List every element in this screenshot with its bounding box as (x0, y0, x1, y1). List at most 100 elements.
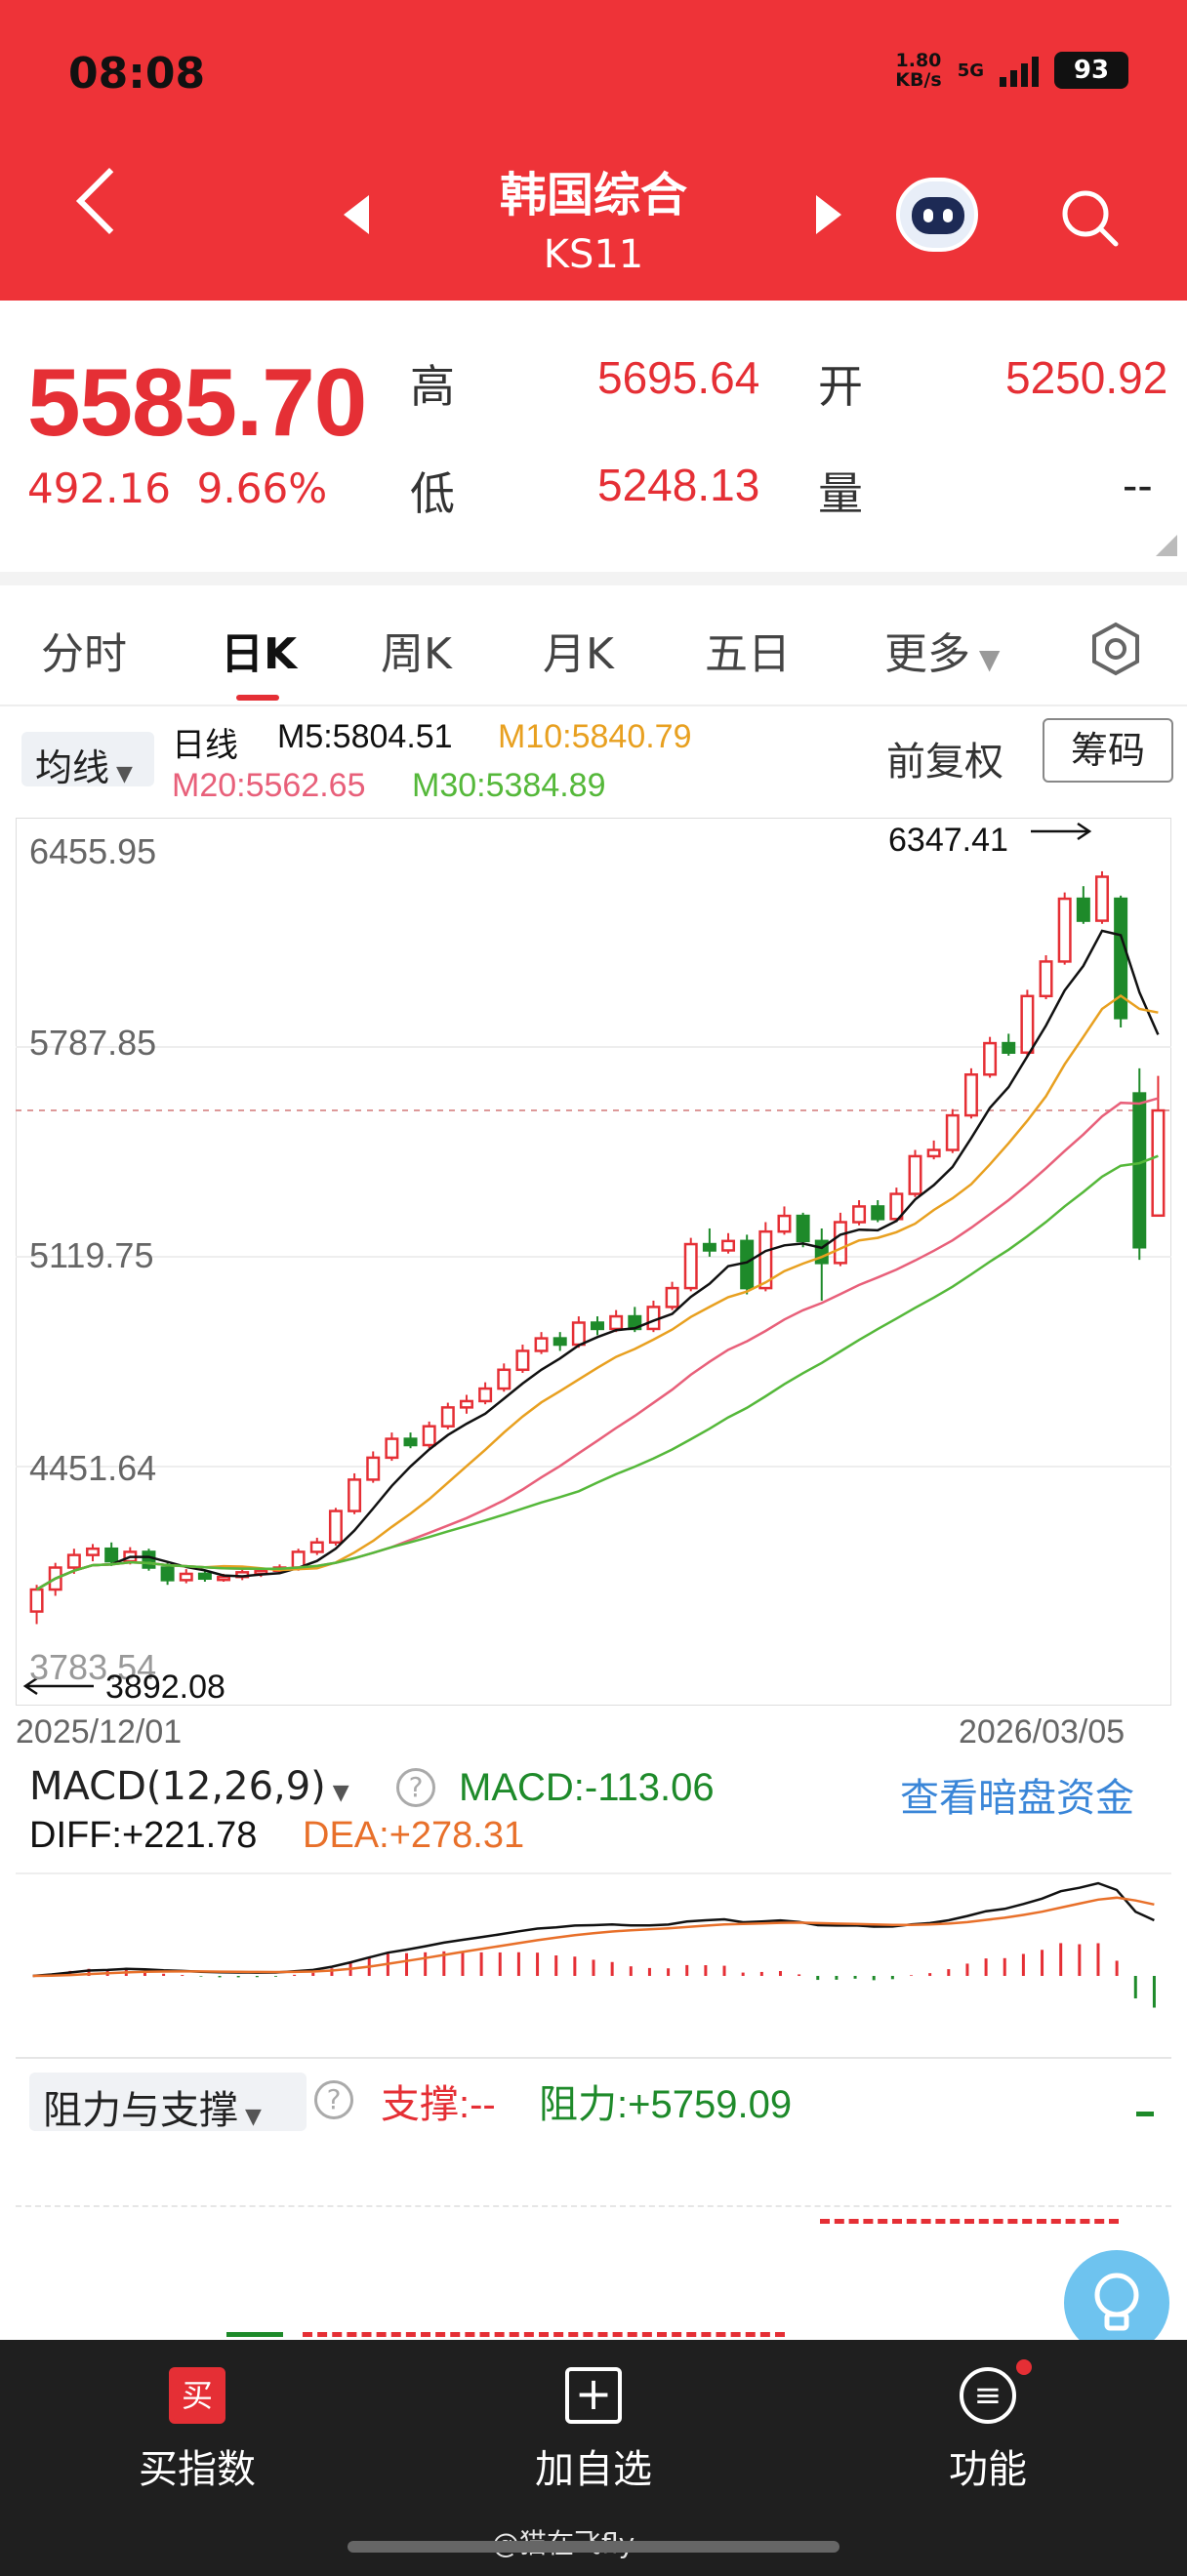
tab-more-label: 更多 (884, 629, 970, 679)
back-icon[interactable] (76, 168, 143, 234)
status-time: 08:08 (68, 49, 206, 99)
candle-body (440, 1406, 455, 1428)
tab-more[interactable]: 更多 ▼ (884, 619, 1000, 681)
kline-chart[interactable] (16, 818, 1171, 1706)
change-value: 492.16 (27, 464, 171, 512)
adjust-mode[interactable]: 前复权 (886, 730, 1003, 786)
prev-triangle-icon[interactable] (344, 195, 369, 234)
notification-dot (1016, 2359, 1032, 2375)
high-value: 5695.64 (597, 352, 760, 403)
tab-daily-k[interactable]: 日K (221, 619, 297, 681)
section-divider (16, 2057, 1171, 2059)
ma10-line (35, 993, 1159, 1591)
candle-body (142, 1550, 156, 1569)
net-type: 5G (957, 60, 984, 81)
ma20-value: M20:5562.65 (172, 767, 366, 804)
chevron-down-icon: ▼ (970, 643, 1001, 675)
home-indicator[interactable] (348, 2541, 839, 2553)
net-speed-unit: KB/s (895, 69, 942, 91)
last-price: 5585.70 (27, 348, 367, 456)
candle-body (721, 1239, 736, 1252)
status-icons: 1.80 KB/s 5G 93 (895, 51, 1128, 90)
candle-body (66, 1553, 81, 1569)
candle-body (309, 1541, 324, 1553)
macd-selector[interactable]: MACD(12,26,9) ▼ (29, 1764, 349, 1809)
candle-body (534, 1337, 549, 1352)
candle-body (1039, 960, 1053, 998)
candle-body (740, 1239, 755, 1290)
candle-body (348, 1478, 362, 1512)
support-selector[interactable]: 阻力与支撑 ▼ (29, 2073, 307, 2133)
macd-selector-label: MACD(12,26,9) (29, 1764, 326, 1809)
max-price-label: 6347.41 (888, 822, 1008, 859)
candle-body (796, 1214, 810, 1243)
chevron-down-icon: ▼ (325, 1781, 349, 1805)
buy-index-label: 买指数 (139, 2447, 256, 2492)
volume-label: 量 (818, 467, 863, 520)
next-triangle-icon[interactable] (816, 195, 841, 234)
candle-body (702, 1242, 716, 1252)
candle-body (1002, 1041, 1016, 1054)
candle-body (104, 1547, 119, 1563)
ma20-line (35, 1097, 1159, 1591)
candle-body (926, 1148, 941, 1158)
candle-body (217, 1575, 231, 1582)
tab-five-day[interactable]: 五日 (705, 619, 791, 681)
robot-assistant-icon[interactable] (896, 178, 978, 252)
ma-selector[interactable]: 均线 ▼ (21, 732, 154, 789)
candle-body (646, 1306, 661, 1331)
section-divider (0, 572, 1187, 585)
macd-value: MACD:-113.06 (459, 1766, 715, 1809)
candle-body (29, 1588, 44, 1613)
ma10-value: M10:5840.79 (498, 718, 692, 755)
buy-index-button[interactable]: 买 买指数 (80, 2367, 314, 2494)
expand-corner-icon[interactable] (1156, 535, 1177, 556)
chip-button[interactable]: 筹码 (1043, 718, 1173, 783)
settings-hex-icon[interactable] (1087, 621, 1144, 677)
ma-selector-label: 均线 (35, 746, 110, 789)
candle-body (179, 1572, 193, 1582)
signal-icon (1000, 54, 1039, 87)
support-band-green (226, 2332, 283, 2337)
dea-value: DEA:+278.31 (303, 1815, 525, 1856)
ma30-value: M30:5384.89 (412, 767, 606, 804)
x-start-label: 2025/12/01 (16, 1713, 183, 1751)
period-label: 日线 (172, 727, 238, 764)
candle-body (908, 1154, 922, 1195)
candle-body (553, 1337, 567, 1347)
candle-body (1020, 994, 1035, 1054)
help-icon[interactable]: ? (396, 1768, 435, 1807)
candle-body (871, 1205, 885, 1221)
candle-body (197, 1572, 212, 1581)
add-watchlist-button[interactable]: + 加自选 (476, 2367, 711, 2494)
tab-monthly-k[interactable]: 月K (543, 619, 614, 681)
battery-icon: 93 (1054, 52, 1128, 89)
functions-button[interactable]: ≡ 功能 (871, 2359, 1105, 2494)
y-tick-label: 4451.64 (29, 1448, 157, 1488)
candle-body (683, 1242, 698, 1290)
candle-body (833, 1221, 847, 1265)
candle-body (1151, 1108, 1166, 1218)
candle-body (385, 1437, 399, 1460)
macd-chart[interactable] (16, 1864, 1171, 2049)
active-tab-indicator (236, 695, 279, 701)
ma5-value: M5:5804.51 (277, 718, 453, 755)
resistance-marker (1136, 2112, 1154, 2116)
candle-body (497, 1368, 512, 1390)
net-speed-value: 1.80 (895, 50, 942, 71)
candle-body (328, 1509, 343, 1545)
tab-weekly-k[interactable]: 周K (381, 619, 452, 681)
candle-body (852, 1205, 867, 1224)
top-header: 08:08 1.80 KB/s 5G 93 韩国综合 KS11 (0, 0, 1187, 301)
support-selector-label: 阻力与支撑 (43, 2088, 238, 2133)
ma30-line (35, 1154, 1159, 1591)
tab-intraday[interactable]: 分时 (41, 619, 127, 681)
ma5-line (35, 929, 1160, 1591)
candle-body (945, 1113, 960, 1151)
help-icon[interactable]: ? (314, 2080, 353, 2119)
low-label: 低 (410, 467, 455, 520)
search-icon[interactable] (1059, 187, 1120, 248)
support-band-red (303, 2332, 785, 2337)
index-title: 韩国综合 (499, 168, 687, 222)
dark-pool-link[interactable]: 查看暗盘资金 (900, 1766, 1134, 1823)
